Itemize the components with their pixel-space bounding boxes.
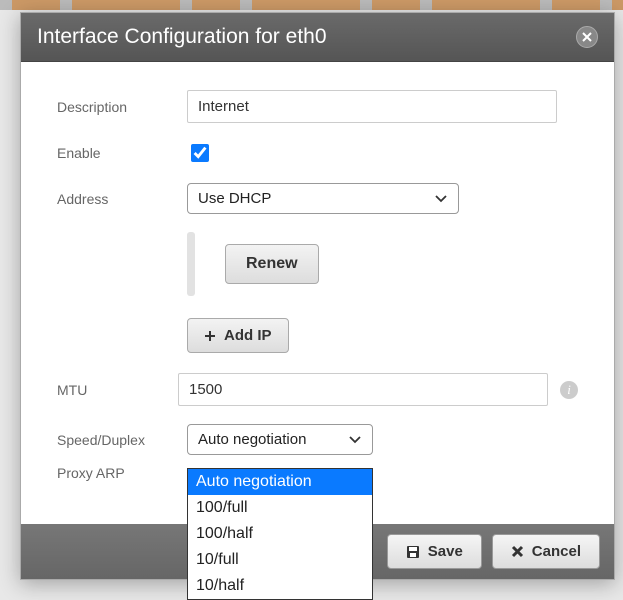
mtu-label: MTU: [57, 382, 178, 398]
save-label: Save: [428, 543, 463, 560]
proxy-arp-label: Proxy ARP: [57, 465, 187, 481]
info-icon[interactable]: i: [560, 381, 578, 399]
address-label: Address: [57, 191, 187, 207]
save-icon: [406, 545, 420, 559]
cancel-icon: [511, 545, 524, 558]
description-label: Description: [57, 99, 187, 115]
save-button[interactable]: Save: [387, 534, 482, 569]
interface-config-dialog: Interface Configuration for eth0 Descrip…: [20, 12, 615, 580]
speed-duplex-select[interactable]: Auto negotiation: [187, 424, 373, 455]
close-icon: [582, 32, 592, 42]
dropdown-option[interactable]: 100/full: [188, 495, 372, 521]
speed-duplex-dropdown: Auto negotiation 100/full 100/half 10/fu…: [187, 468, 373, 600]
dropdown-option[interactable]: 10/half: [188, 573, 372, 599]
dialog-body: Description Enable Address Use DHCP: [21, 62, 614, 524]
chevron-down-icon: [434, 194, 448, 204]
background-decoration: [0, 0, 623, 10]
add-ip-label: Add IP: [224, 327, 272, 344]
dialog-titlebar: Interface Configuration for eth0: [21, 13, 614, 62]
renew-button[interactable]: Renew: [225, 244, 319, 284]
enable-checkbox[interactable]: [191, 144, 209, 162]
dropdown-option[interactable]: 10/full: [188, 547, 372, 573]
plus-icon: [204, 330, 216, 342]
mtu-input[interactable]: [178, 373, 548, 406]
chevron-down-icon: [348, 435, 362, 445]
dropdown-option[interactable]: Auto negotiation: [188, 469, 372, 495]
dropdown-option[interactable]: 100/half: [188, 521, 372, 547]
enable-label: Enable: [57, 145, 187, 161]
cancel-label: Cancel: [532, 543, 581, 560]
close-button[interactable]: [576, 26, 598, 48]
section-indent-bar: [187, 232, 195, 296]
address-select[interactable]: Use DHCP: [187, 183, 459, 214]
speed-duplex-value: Auto negotiation: [198, 431, 306, 448]
address-select-value: Use DHCP: [198, 190, 271, 207]
cancel-button[interactable]: Cancel: [492, 534, 600, 569]
add-ip-button[interactable]: Add IP: [187, 318, 289, 353]
speed-duplex-label: Speed/Duplex: [57, 432, 187, 448]
dialog-title: Interface Configuration for eth0: [37, 25, 327, 49]
description-input[interactable]: [187, 90, 557, 123]
renew-button-label: Renew: [246, 255, 298, 273]
